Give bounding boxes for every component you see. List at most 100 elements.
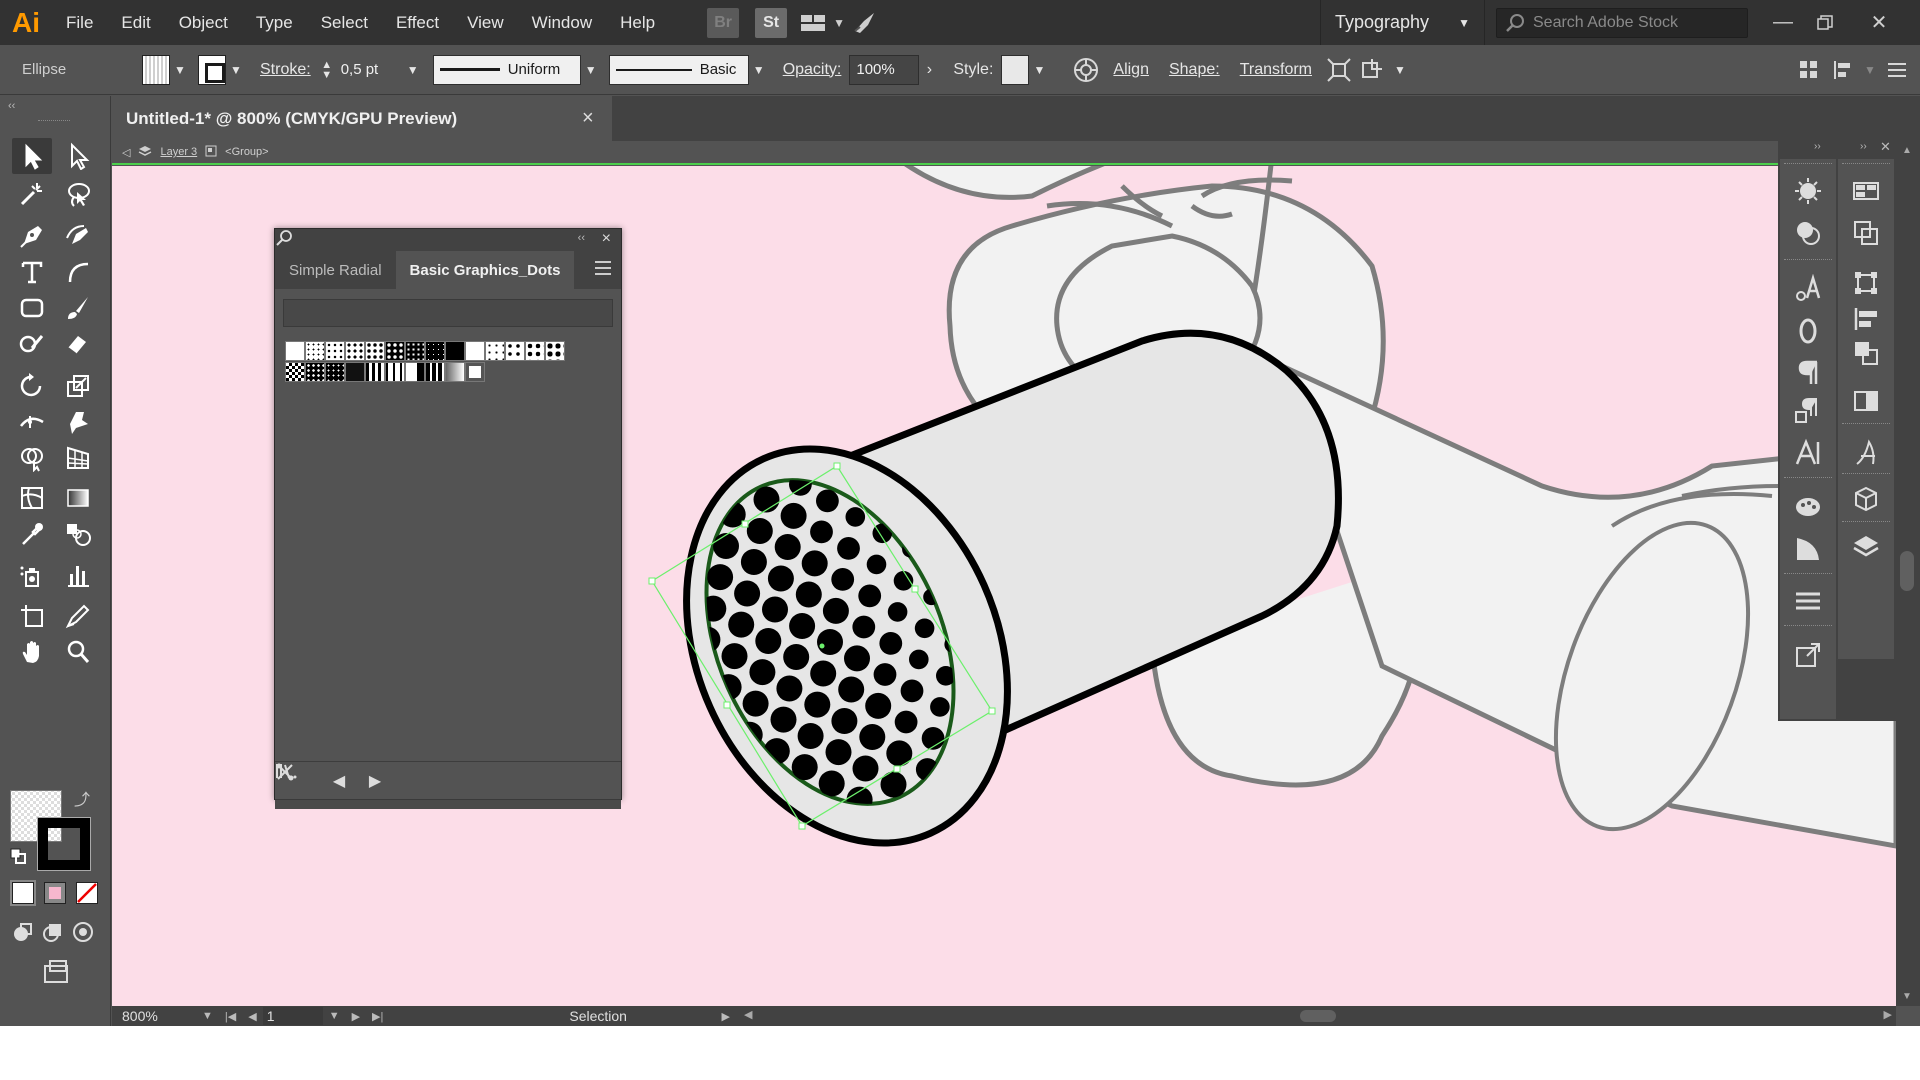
curvature-tool-icon[interactable]: [58, 218, 98, 254]
pattern-swatch[interactable]: [365, 341, 385, 361]
puppet-warp-tool-icon[interactable]: [58, 404, 98, 440]
menu-view[interactable]: View: [453, 0, 518, 45]
artboard-number[interactable]: 1: [262, 1007, 323, 1025]
pattern-swatch[interactable]: [345, 341, 365, 361]
panel-menu-icon[interactable]: [1880, 53, 1914, 87]
direct-selection-tool-icon[interactable]: [58, 138, 98, 174]
pattern-swatch[interactable]: [365, 362, 385, 382]
menu-file[interactable]: File: [52, 0, 107, 45]
layers-panel-icon[interactable]: [1846, 529, 1886, 565]
color-panel-icon[interactable]: [1788, 489, 1828, 525]
tab-simple-radial[interactable]: Simple Radial: [275, 251, 396, 289]
menu-select[interactable]: Select: [307, 0, 382, 45]
perspective-grid-tool-icon[interactable]: [58, 440, 98, 476]
pattern-swatch[interactable]: [345, 362, 365, 382]
chevron-down-icon[interactable]: ▼: [831, 0, 847, 45]
breadcrumb-group[interactable]: <Group>: [225, 146, 268, 158]
draw-behind-icon[interactable]: [38, 914, 68, 950]
character-styles-icon[interactable]: [1788, 271, 1828, 307]
chevron-down-icon[interactable]: ▼: [1029, 63, 1049, 77]
align-button[interactable]: Align: [1113, 61, 1149, 79]
draw-inside-icon[interactable]: [68, 914, 98, 950]
back-arrow-icon[interactable]: ◁: [122, 146, 130, 159]
pathfinder-icon[interactable]: [1846, 215, 1886, 251]
chevron-right-icon[interactable]: ▶: [722, 1010, 730, 1023]
pattern-swatch[interactable]: [425, 341, 445, 361]
arrange-documents-icon[interactable]: [795, 0, 831, 45]
panel-resize-handle[interactable]: [275, 799, 621, 809]
arrange-panels-icon[interactable]: [1792, 53, 1826, 87]
close-tab-button[interactable]: ×: [582, 96, 594, 141]
puppet-warp-icon[interactable]: [1356, 53, 1390, 87]
export-icon[interactable]: [1788, 637, 1828, 673]
magic-wand-tool-icon[interactable]: [12, 176, 52, 212]
fill-swatch[interactable]: [142, 54, 170, 85]
stock-button[interactable]: St: [755, 7, 788, 38]
paragraph-styles-icon[interactable]: [1788, 393, 1828, 429]
variable-width-profile[interactable]: Uniform: [432, 54, 581, 85]
menu-object[interactable]: Object: [165, 0, 242, 45]
color-mode-button[interactable]: [10, 880, 36, 906]
transform-button[interactable]: Transform: [1240, 61, 1312, 79]
restore-button[interactable]: [1804, 0, 1846, 45]
horizontal-scroll-thumb[interactable]: [1300, 1010, 1336, 1022]
mesh-tool-icon[interactable]: [12, 480, 52, 516]
library-options-icon[interactable]: [276, 762, 575, 800]
panel-grip[interactable]: [38, 120, 70, 123]
rotate-tool-icon[interactable]: [12, 368, 52, 404]
pattern-swatch[interactable]: [325, 341, 345, 361]
pattern-swatch[interactable]: [425, 362, 445, 382]
close-icon[interactable]: ✕: [1880, 139, 1891, 155]
stroke-panel-icon[interactable]: [1788, 583, 1828, 619]
menu-window[interactable]: Window: [518, 0, 606, 45]
blend-tool-icon[interactable]: [58, 516, 98, 552]
pattern-swatch[interactable]: [545, 341, 565, 361]
hand-tool-icon[interactable]: [12, 634, 52, 670]
chevron-down-icon[interactable]: ▼: [170, 63, 190, 77]
recolor-artwork-icon[interactable]: [1069, 53, 1103, 87]
paragraph-icon[interactable]: [1788, 355, 1828, 391]
artboard-tool-icon[interactable]: [12, 598, 52, 634]
draw-normal-icon[interactable]: [8, 914, 38, 950]
scroll-down-icon[interactable]: ▼: [1902, 991, 1912, 1002]
breadcrumb-layer[interactable]: Layer 3: [160, 146, 197, 158]
glyphs-icon[interactable]: [1846, 435, 1886, 471]
chevron-down-icon[interactable]: ▼: [403, 63, 423, 77]
opacity-field[interactable]: 100%: [849, 54, 920, 85]
transparency-icon[interactable]: [1846, 383, 1886, 419]
pattern-swatch[interactable]: [465, 362, 485, 382]
close-panel-button[interactable]: ×: [602, 230, 611, 248]
horizontal-scrollbar[interactable]: ◀ ▶: [740, 1006, 1896, 1026]
graphic-style-swatch[interactable]: [1001, 54, 1030, 85]
vertical-scroll-thumb[interactable]: [1900, 551, 1914, 591]
transform-panel-icon[interactable]: [1846, 265, 1886, 301]
isolate-group-icon[interactable]: [1322, 53, 1356, 87]
pattern-swatch[interactable]: [305, 341, 325, 361]
chevron-down-icon[interactable]: ▼: [581, 63, 601, 77]
pattern-swatch[interactable]: [405, 362, 425, 382]
gradient-mode-button[interactable]: [44, 882, 66, 904]
artboard-canvas[interactable]: ‹‹ × Simple Radial Basic Graphics_Dots ◀…: [112, 166, 1896, 1006]
gradient-panel-icon[interactable]: [1788, 531, 1828, 567]
align-panel-icon[interactable]: [1846, 301, 1886, 337]
scroll-left-icon[interactable]: ◀: [744, 1008, 752, 1021]
selection-tool-icon[interactable]: [12, 138, 52, 174]
scroll-up-icon[interactable]: ▲: [1902, 145, 1912, 156]
stroke-weight-field[interactable]: 0,5 pt: [335, 55, 403, 85]
next-library-icon[interactable]: ▶: [357, 762, 393, 800]
screen-mode-icon[interactable]: [36, 954, 76, 990]
menu-help[interactable]: Help: [606, 0, 669, 45]
brush-definition[interactable]: Basic: [608, 54, 749, 85]
menu-effect[interactable]: Effect: [382, 0, 453, 45]
zoom-tool-icon[interactable]: [58, 634, 98, 670]
collapse-icon[interactable]: ‹‹: [8, 100, 15, 112]
symbol-sprayer-tool-icon[interactable]: [12, 558, 52, 594]
current-tool-status[interactable]: Selection: [569, 1008, 627, 1024]
next-artboard-icon[interactable]: ▶: [352, 1010, 360, 1023]
pattern-swatch[interactable]: [385, 341, 405, 361]
pattern-swatch[interactable]: [485, 341, 505, 361]
default-colors-icon[interactable]: [10, 848, 26, 864]
chevron-down-icon[interactable]: ▼: [329, 1010, 340, 1022]
stroke-swatch[interactable]: [198, 54, 226, 85]
color-guide-icon[interactable]: [1788, 215, 1828, 251]
